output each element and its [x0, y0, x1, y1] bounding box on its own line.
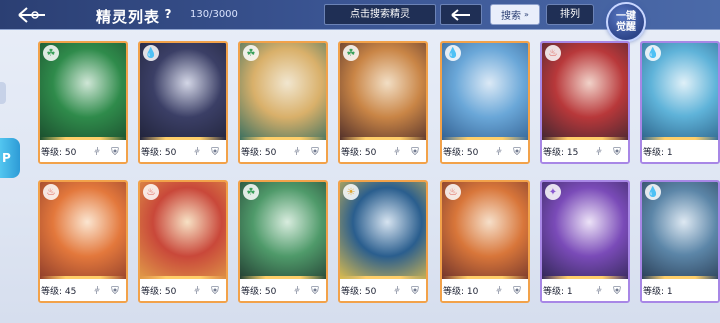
element-water-icon: 💧: [445, 45, 461, 61]
trait-icon: ⫩: [596, 146, 602, 158]
card-info: 等级: 45 ⫩ ⛨: [40, 279, 126, 301]
spirit-card[interactable]: 💧 等级: 1: [640, 180, 720, 303]
filter-label: 搜索: [501, 11, 522, 22]
element-water-icon: 💧: [645, 184, 661, 200]
spirit-card[interactable]: ♨ 等级: 15 ⫩ ⛨: [540, 41, 630, 164]
spirit-card[interactable]: ☘ 等级: 50 ⫩ ⛨: [238, 41, 328, 164]
one-click-awaken-button[interactable]: 一键 觉醒: [606, 2, 646, 42]
shield-icon: ⛨: [613, 285, 621, 297]
trait-icon: ⫩: [194, 146, 200, 158]
level-label: 等级: 50: [141, 286, 177, 297]
trait-icon: ⫩: [496, 285, 502, 297]
side-tab-button[interactable]: P: [0, 138, 20, 178]
trait-icon: ⫩: [94, 146, 100, 158]
element-grass-icon: ☘: [243, 45, 259, 61]
top-bar: 精灵列表 ? 130/3000 点击搜索精灵 搜索 » 排列 一键 觉醒: [0, 0, 720, 42]
spirit-card[interactable]: ♨ 等级: 45 ⫩ ⛨: [38, 180, 128, 303]
level-label: 等级: 50: [241, 286, 277, 297]
shield-icon: ⛨: [111, 146, 119, 158]
trait-icon: ⫩: [94, 285, 100, 297]
trait-icon: ⫩: [394, 285, 400, 297]
element-dark-icon: ✦: [545, 184, 561, 200]
card-info: 等级: 50 ⫩ ⛨: [240, 279, 326, 301]
awaken-label-1: 一键: [616, 11, 636, 22]
element-grass-icon: ☘: [243, 184, 259, 200]
card-info: 等级: 50 ⫩ ⛨: [140, 140, 226, 162]
page-title: 精灵列表: [96, 8, 161, 26]
element-fire-icon: ♨: [545, 45, 561, 61]
level-label: 等级: 50: [41, 147, 77, 158]
trait-icon: ⫩: [496, 146, 502, 158]
shield-icon: ⛨: [311, 285, 319, 297]
element-water-icon: 💧: [143, 45, 159, 61]
trait-icon: ⫩: [294, 146, 300, 158]
spirit-card[interactable]: ♨ 等级: 10 ⫩ ⛨: [440, 180, 530, 303]
card-info: 等级: 1: [642, 279, 718, 301]
card-info: 等级: 50 ⫩ ⛨: [340, 140, 426, 162]
card-info: 等级: 10 ⫩ ⛨: [442, 279, 528, 301]
card-info: 等级: 1: [642, 140, 718, 162]
side-handle[interactable]: [0, 82, 6, 104]
element-grass-icon: ☘: [43, 45, 59, 61]
element-fire-icon: ♨: [445, 184, 461, 200]
shield-icon: ⛨: [411, 146, 419, 158]
shield-icon: ⛨: [111, 285, 119, 297]
element-water-icon: 💧: [645, 45, 661, 61]
arrow-left-button[interactable]: [440, 4, 482, 25]
search-input[interactable]: 点击搜索精灵: [324, 4, 436, 25]
card-info: 等级: 50 ⫩ ⛨: [140, 279, 226, 301]
spirit-card[interactable]: ☘ 等级: 50 ⫩ ⛨: [238, 180, 328, 303]
trait-icon: ⫩: [194, 285, 200, 297]
element-fire-icon: ♨: [43, 184, 59, 200]
shield-icon: ⛨: [411, 285, 419, 297]
level-label: 等级: 1: [643, 147, 673, 158]
shield-icon: ⛨: [211, 285, 219, 297]
shield-icon: ⛨: [211, 146, 219, 158]
card-info: 等级: 50 ⫩ ⛨: [40, 140, 126, 162]
card-info: 等级: 50 ⫩ ⛨: [340, 279, 426, 301]
card-info: 等级: 50 ⫩ ⛨: [240, 140, 326, 162]
level-label: 等级: 15: [543, 147, 579, 158]
help-icon[interactable]: ?: [160, 6, 176, 22]
spirit-card[interactable]: ♨ 等级: 50 ⫩ ⛨: [138, 180, 228, 303]
level-label: 等级: 50: [341, 286, 377, 297]
trait-icon: ⫩: [596, 285, 602, 297]
spirit-card[interactable]: ☘ 等级: 50 ⫩ ⛨: [338, 41, 428, 164]
trait-icon: ⫩: [294, 285, 300, 297]
filter-button[interactable]: 搜索 »: [490, 4, 540, 25]
shield-icon: ⛨: [513, 146, 521, 158]
card-info: 等级: 15 ⫩ ⛨: [542, 140, 628, 162]
level-label: 等级: 50: [241, 147, 277, 158]
level-label: 等级: 10: [443, 286, 479, 297]
level-label: 等级: 45: [41, 286, 77, 297]
chevron-down-icon: »: [524, 10, 529, 19]
shield-icon: ⛨: [311, 146, 319, 158]
collection-count: 130/3000: [190, 9, 238, 20]
arrow-left-icon: [451, 8, 470, 21]
spirit-card[interactable]: ☘ 等级: 50 ⫩ ⛨: [38, 41, 128, 164]
level-label: 等级: 1: [543, 286, 573, 297]
shield-icon: ⛨: [513, 285, 521, 297]
level-label: 等级: 1: [643, 286, 673, 297]
shield-icon: ⛨: [613, 146, 621, 158]
level-label: 等级: 50: [341, 147, 377, 158]
sort-button[interactable]: 排列: [546, 4, 594, 25]
spirit-card[interactable]: 💧 等级: 50 ⫩ ⛨: [138, 41, 228, 164]
spirit-card[interactable]: 💧 等级: 50 ⫩ ⛨: [440, 41, 530, 164]
awaken-label-2: 觉醒: [616, 22, 636, 33]
element-light-icon: ☀: [343, 184, 359, 200]
back-arrow-icon: [18, 7, 45, 23]
level-label: 等级: 50: [141, 147, 177, 158]
back-button[interactable]: [14, 4, 48, 26]
level-label: 等级: 50: [443, 147, 479, 158]
card-info: 等级: 50 ⫩ ⛨: [442, 140, 528, 162]
spirit-card[interactable]: 💧 等级: 1: [640, 41, 720, 164]
spirit-card[interactable]: ✦ 等级: 1 ⫩ ⛨: [540, 180, 630, 303]
trait-icon: ⫩: [394, 146, 400, 158]
element-grass-icon: ☘: [343, 45, 359, 61]
spirit-card[interactable]: ☀ 等级: 50 ⫩ ⛨: [338, 180, 428, 303]
element-fire-icon: ♨: [143, 184, 159, 200]
card-info: 等级: 1 ⫩ ⛨: [542, 279, 628, 301]
